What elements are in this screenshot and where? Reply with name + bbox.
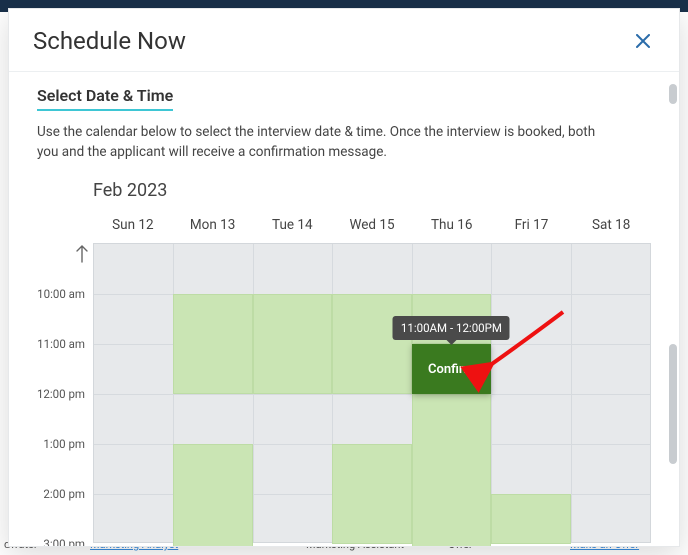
gridline-v [571, 244, 572, 542]
modal-body: Select Date & Time Use the calendar belo… [9, 72, 679, 546]
available-slot[interactable] [332, 444, 411, 544]
available-slot[interactable] [173, 444, 252, 546]
month-label: Feb 2023 [93, 180, 651, 201]
calendar: Feb 2023 Sun 12Mon 13Tue 14Wed 15Thu 16F… [37, 180, 651, 543]
confirm-button[interactable]: Confirm [412, 344, 491, 394]
available-slot[interactable] [412, 394, 491, 546]
day-header[interactable]: Sun 12 [93, 211, 173, 239]
scrollbar-thumb-top[interactable] [669, 84, 677, 104]
slot-tooltip: 11:00AM - 12:00PM [393, 316, 510, 340]
available-slot[interactable] [332, 294, 411, 394]
day-header[interactable]: Wed 15 [332, 211, 412, 239]
modal-title: Schedule Now [33, 27, 186, 55]
annotation-arrow [483, 362, 573, 436]
time-label: 10:00 am [37, 287, 85, 301]
day-header-row: Sun 12Mon 13Tue 14Wed 15Thu 16Fri 17Sat … [37, 211, 651, 239]
section-heading: Select Date & Time [37, 86, 173, 111]
available-slot[interactable] [173, 294, 252, 394]
day-header[interactable]: Sat 18 [571, 211, 651, 239]
time-label: 3:00 pm [43, 537, 85, 546]
modal-scrollbar[interactable] [669, 84, 677, 544]
calendar-grid[interactable]: Confirm 11:00AM - 12:00PM [93, 243, 651, 543]
modal-header: Schedule Now [9, 9, 679, 72]
time-label: 12:00 pm [37, 387, 85, 401]
time-label: 2:00 pm [43, 487, 85, 501]
scrollbar-thumb[interactable] [669, 344, 677, 464]
close-icon [636, 34, 650, 48]
close-button[interactable] [631, 29, 655, 53]
time-label: 1:00 pm [43, 437, 85, 451]
day-header[interactable]: Fri 17 [492, 211, 572, 239]
available-slot[interactable] [491, 494, 570, 544]
time-label: 11:00 am [37, 337, 85, 351]
scroll-up-button[interactable] [75, 245, 89, 267]
gridline-h [94, 394, 650, 395]
day-header[interactable]: Tue 14 [252, 211, 332, 239]
section-description: Use the calendar below to select the int… [37, 123, 597, 162]
available-slot[interactable] [253, 294, 332, 394]
arrow-up-icon [75, 245, 89, 263]
schedule-modal: Schedule Now Select Date & Time Use the … [8, 8, 680, 547]
day-header[interactable]: Thu 16 [412, 211, 492, 239]
time-axis: 10:00 am 11:00 am 12:00 pm 1:00 pm 2:00 pm 3:… [37, 243, 93, 543]
calendar-grid-area: 10:00 am 11:00 am 12:00 pm 1:00 pm 2:00 pm 3:… [37, 243, 651, 543]
day-header[interactable]: Mon 13 [173, 211, 253, 239]
arrow-icon [483, 362, 573, 432]
